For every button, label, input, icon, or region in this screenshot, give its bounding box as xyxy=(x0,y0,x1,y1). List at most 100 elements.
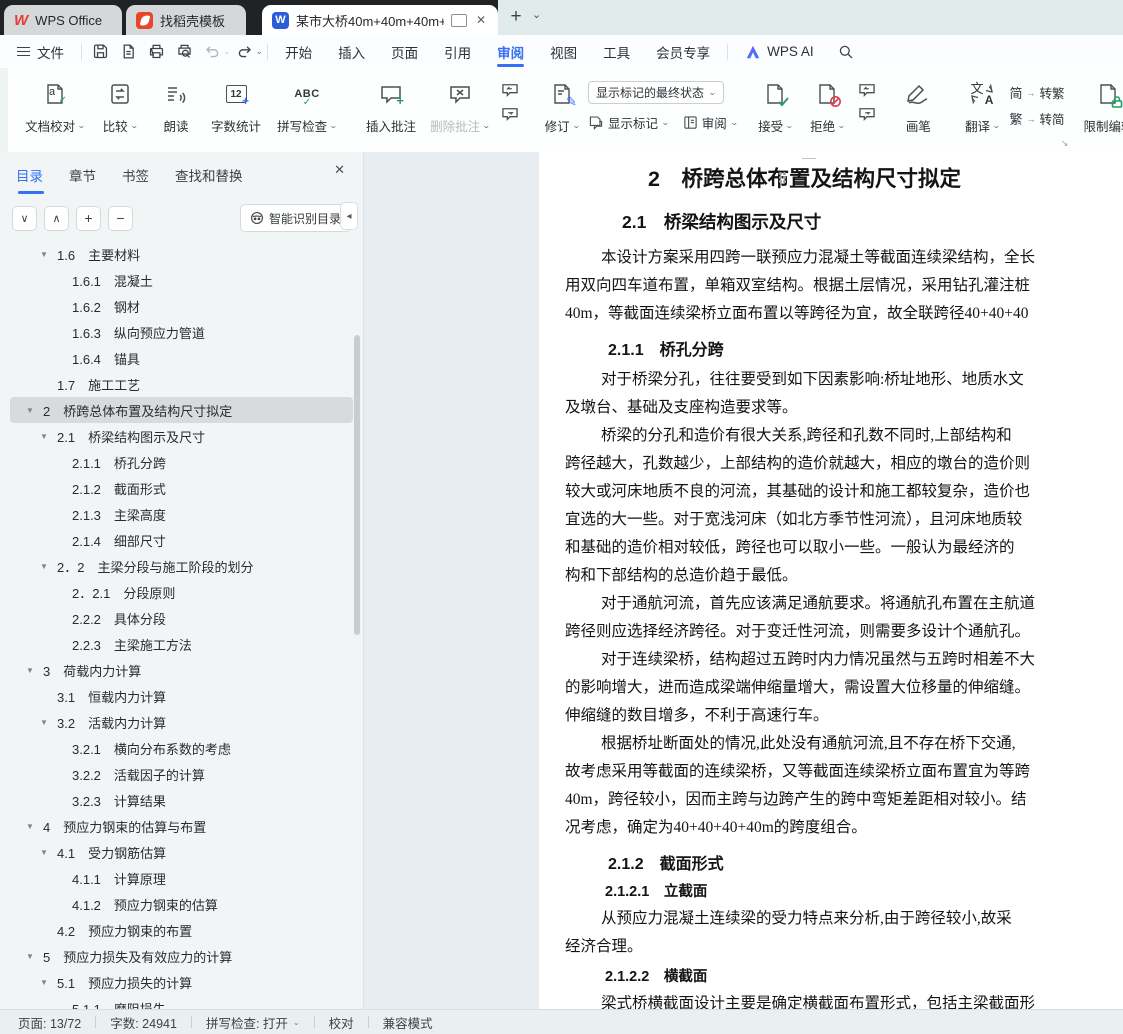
accept-revision-button[interactable]: 接受 ⌄ xyxy=(749,68,801,135)
tab-wps-home[interactable]: W WPS Office xyxy=(4,5,122,35)
toc-item[interactable]: 2.2.2 具体分段 xyxy=(10,605,353,631)
close-tab-icon[interactable]: ✕ xyxy=(474,13,488,27)
sidebar-tab-chapters[interactable]: 章节 xyxy=(69,165,96,194)
menu-tab-insert[interactable]: 插入 xyxy=(325,35,378,68)
toc-item[interactable]: ▼ 5 预应力损失及有效应力的计算 xyxy=(10,943,353,969)
menu-tab-tools[interactable]: 工具 xyxy=(590,35,643,68)
expand-arrow-icon[interactable]: ▼ xyxy=(26,666,34,675)
next-revision-icon[interactable] xyxy=(857,106,877,122)
zoom-in-outline-button[interactable]: + xyxy=(76,205,101,231)
toc-item[interactable]: 3.2.1 横向分布系数的考虑 xyxy=(10,735,353,761)
print-button[interactable] xyxy=(143,39,169,65)
expand-arrow-icon[interactable]: ▼ xyxy=(40,562,48,571)
file-menu[interactable]: 文件 xyxy=(4,35,77,68)
show-markup-button[interactable]: 显示标记 ⌄ xyxy=(588,113,670,132)
spell-check-button[interactable]: ABC ✓ 拼写检查 ⌄ xyxy=(268,68,346,135)
toc-item[interactable]: 2.1.1 桥孔分跨 xyxy=(10,449,353,475)
toc-item[interactable]: 2.1.2 截面形式 xyxy=(10,475,353,501)
toc-item[interactable]: ▼ 1.6 主要材料 xyxy=(10,241,353,267)
previous-revision-icon[interactable] xyxy=(857,82,877,98)
expand-arrow-icon[interactable]: ▼ xyxy=(40,432,48,441)
toc-item[interactable]: 4.2 预应力钢束的布置 xyxy=(10,917,353,943)
print-preview-button[interactable] xyxy=(171,39,197,65)
toc-item[interactable]: 1.6.4 锚具 xyxy=(10,345,353,371)
compatibility-mode-indicator[interactable]: 兼容模式 xyxy=(369,1013,447,1032)
toc-item[interactable]: 4.1.1 计算原理 xyxy=(10,865,353,891)
redo-chevron-icon[interactable]: ⌄ xyxy=(256,46,264,57)
restrict-editing-button[interactable]: 限制编辑 xyxy=(1076,68,1123,135)
next-comment-icon[interactable] xyxy=(500,106,520,122)
word-count-indicator[interactable]: 字数: 24941 xyxy=(96,1013,191,1032)
page-indicator[interactable]: 页面: 13/72 xyxy=(0,1013,95,1032)
undo-chevron-icon[interactable]: ⌄ xyxy=(223,46,231,57)
menu-tab-page[interactable]: 页面 xyxy=(378,35,431,68)
menu-tab-view[interactable]: 视图 xyxy=(537,35,590,68)
expand-arrow-icon[interactable]: ▼ xyxy=(26,952,34,961)
delete-comment-button[interactable]: 删除批注 ⌄ xyxy=(424,68,496,135)
mark-state-select[interactable]: 显示标记的最终状态 ⌄ xyxy=(588,81,724,104)
tab-docer-templates[interactable]: 找稻壳模板 xyxy=(126,5,246,35)
reject-revision-button[interactable]: 拒绝 ⌄ xyxy=(801,68,853,135)
sidebar-tab-find-replace[interactable]: 查找和替换 xyxy=(175,165,243,194)
toc-item[interactable]: 3.1 恒载内力计算 xyxy=(10,683,353,709)
expand-arrow-icon[interactable]: ▼ xyxy=(26,822,34,831)
expand-arrow-icon[interactable]: ▼ xyxy=(40,718,48,727)
expand-arrow-icon[interactable]: ▼ xyxy=(40,250,48,259)
group-expand-icon[interactable]: ↘ xyxy=(1061,138,1069,149)
toc-item[interactable]: 2.1.4 细部尺寸 xyxy=(10,527,353,553)
toc-item[interactable]: 2．2.1 分段原则 xyxy=(10,579,353,605)
redo-button[interactable] xyxy=(232,39,258,65)
expand-all-button[interactable]: ∨ xyxy=(12,205,37,231)
toc-item[interactable]: 1.6.3 纵向预应力管道 xyxy=(10,319,353,345)
toc-item[interactable]: 3.2.2 活载因子的计算 xyxy=(10,761,353,787)
toc-item[interactable]: ▼ 3 荷载内力计算 xyxy=(10,657,353,683)
translate-button[interactable]: 文 A 翻译 ⌄ xyxy=(955,68,1009,135)
close-sidebar-icon[interactable]: ✕ xyxy=(334,162,345,178)
screen-share-icon[interactable] xyxy=(450,13,467,27)
menu-tab-membership[interactable]: 会员专享 xyxy=(643,35,723,68)
menu-tab-home[interactable]: 开始 xyxy=(272,35,325,68)
zoom-out-outline-button[interactable]: − xyxy=(108,205,133,231)
wps-ai-button[interactable]: WPS AI xyxy=(732,35,827,68)
insert-comment-button[interactable]: + 插入批注 xyxy=(358,68,424,135)
toc-item[interactable]: 3.2.3 计算结果 xyxy=(10,787,353,813)
proofread-button[interactable]: a ✓ 文档校对 ⌄ xyxy=(18,68,92,135)
toc-item[interactable]: 2.2.3 主梁施工方法 xyxy=(10,631,353,657)
toc-item[interactable]: 4.1.2 预应力钢束的估算 xyxy=(10,891,353,917)
proofread-status[interactable]: 校对 xyxy=(315,1013,368,1032)
toc-item[interactable]: 1.6.1 混凝土 xyxy=(10,267,353,293)
word-count-button[interactable]: 12 + 字数统计 xyxy=(204,68,268,135)
paragraph-drag-handle-icon[interactable] xyxy=(779,172,787,184)
toc-item[interactable]: ▼ 2．2 主梁分段与施工阶段的划分 xyxy=(10,553,353,579)
expand-arrow-icon[interactable]: ▼ xyxy=(40,848,48,857)
toc-item[interactable]: 1.6.2 钢材 xyxy=(10,293,353,319)
track-changes-button[interactable]: ✎ 修订 ⌄ xyxy=(536,68,588,135)
toc-item[interactable]: 1.7 施工工艺 xyxy=(10,371,353,397)
review-pane-button[interactable]: 审阅 ⌄ xyxy=(683,113,738,132)
toc-item[interactable]: 2.1.3 主梁高度 xyxy=(10,501,353,527)
document-page[interactable]: 2 桥跨总体布置及结构尺寸拟定 2.1 桥梁结构图示及尺寸 本设计方案采用四跨一联预… xyxy=(539,152,1123,1026)
spellcheck-toggle[interactable]: 拼写检查: 打开 ⌄ xyxy=(192,1013,314,1032)
collapse-all-button[interactable]: ∧ xyxy=(44,205,69,231)
sidebar-tab-contents[interactable]: 目录 xyxy=(16,165,44,194)
compare-button[interactable]: 比较 ⌄ xyxy=(92,68,148,135)
previous-comment-icon[interactable] xyxy=(500,82,520,98)
smart-recognize-toc-button[interactable]: 智能识别目录 xyxy=(239,204,351,232)
export-pdf-button[interactable] xyxy=(115,39,141,65)
menu-tab-review[interactable]: 审阅 xyxy=(484,35,537,68)
toc-item[interactable]: ▼ 2.1 桥梁结构图示及尺寸 xyxy=(10,423,353,449)
toc-item[interactable]: ▼ 3.2 活载内力计算 xyxy=(10,709,353,735)
collapse-sidebar-button[interactable]: ◂ xyxy=(340,202,358,230)
sidebar-scrollbar[interactable] xyxy=(354,335,360,635)
ink-pen-button[interactable]: 画笔 xyxy=(893,68,943,135)
toc-item[interactable]: ▼ 2 桥跨总体布置及结构尺寸拟定 xyxy=(10,397,353,423)
traditional-to-simplified-button[interactable]: 繁 → 转简 xyxy=(1009,109,1064,128)
expand-arrow-icon[interactable]: ▼ xyxy=(40,978,48,987)
menu-tab-reference[interactable]: 引用 xyxy=(431,35,484,68)
new-tab-button[interactable]: + xyxy=(503,3,529,31)
read-aloud-button[interactable]: 朗读 xyxy=(148,68,204,135)
undo-button[interactable] xyxy=(199,39,225,65)
toc-item[interactable]: ▼ 4.1 受力钢筋估算 xyxy=(10,839,353,865)
expand-arrow-icon[interactable]: ▼ xyxy=(26,406,34,415)
save-button[interactable] xyxy=(87,39,113,65)
